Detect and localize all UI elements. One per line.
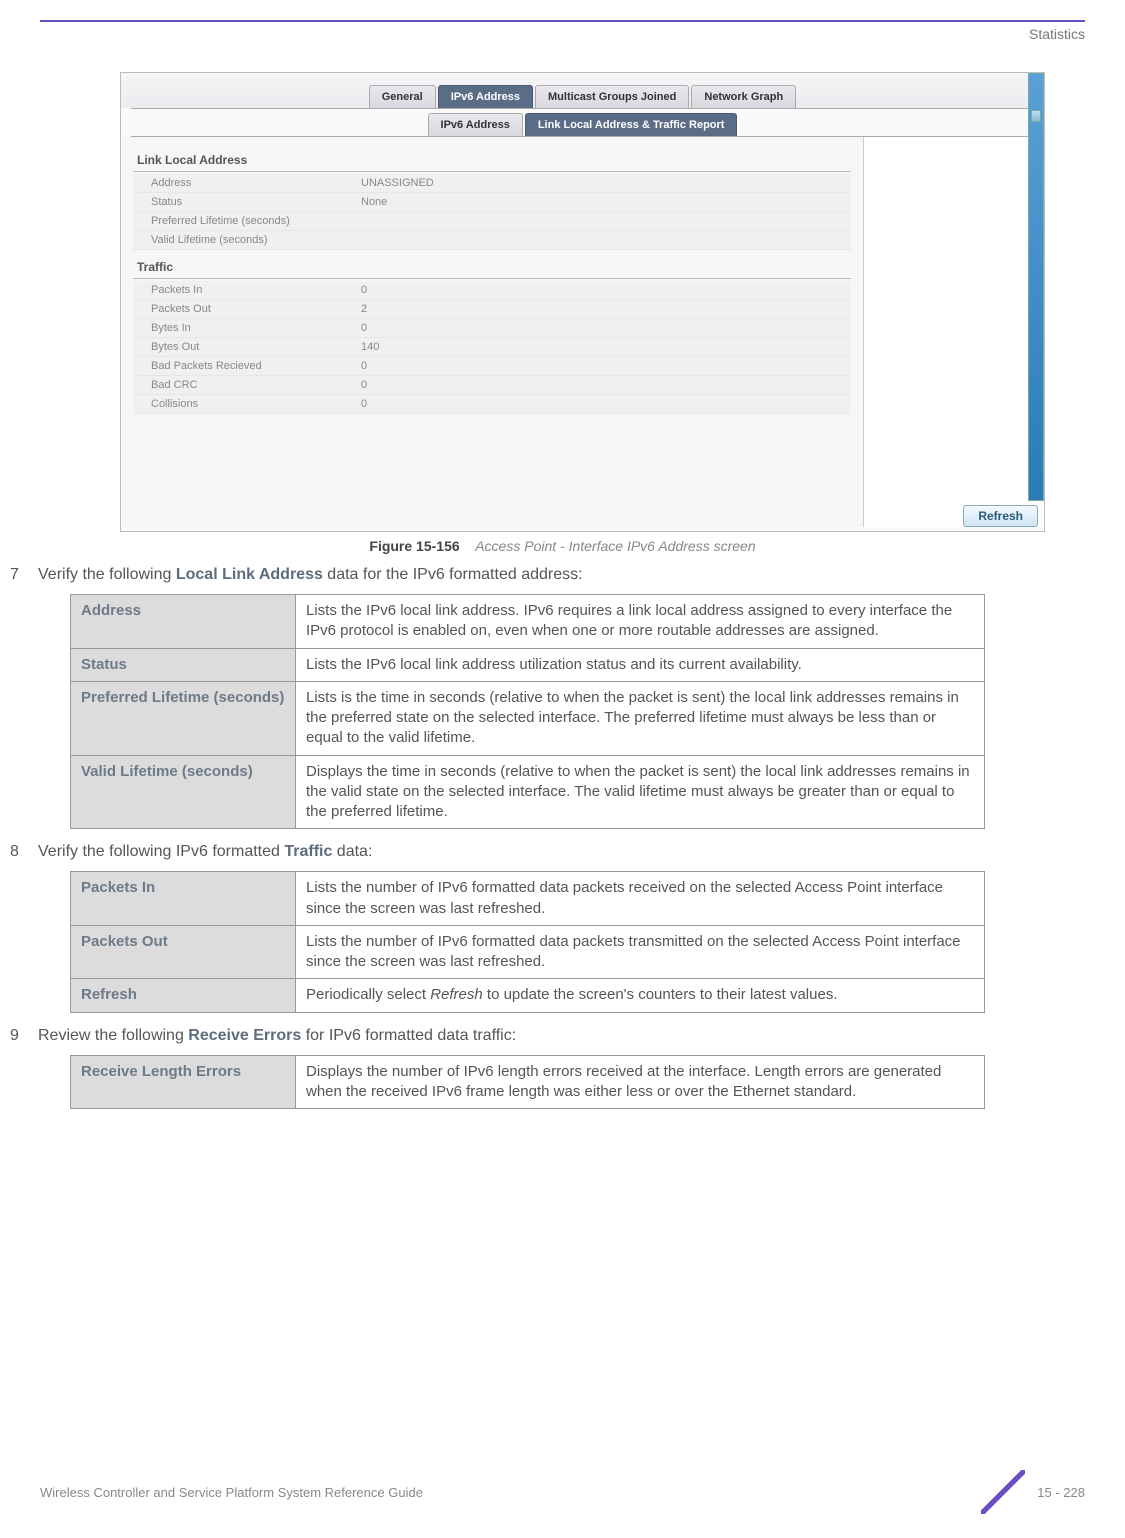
panel-main: Link Local Address Address UNASSIGNED St… <box>121 137 864 527</box>
row-valid: Valid Lifetime (seconds) <box>133 231 851 250</box>
row-collisions: Collisions 0 <box>133 395 851 414</box>
scrollbar[interactable] <box>1028 73 1044 501</box>
value-collisions: 0 <box>361 398 841 410</box>
row-bytes-out: Bytes Out 140 <box>133 338 851 357</box>
value-pref <box>361 215 841 227</box>
tab-ipv6-address[interactable]: IPv6 Address <box>438 85 533 108</box>
value-valid <box>361 234 841 246</box>
term-valid: Valid Lifetime (seconds) <box>71 755 296 829</box>
step-8-num: 8 <box>10 843 24 861</box>
term-address: Address <box>71 595 296 649</box>
table-row: Receive Length Errors Displays the numbe… <box>71 1055 985 1109</box>
desc-packets-in: Lists the number of IPv6 formatted data … <box>296 872 985 926</box>
step-9: 9 Review the following Receive Errors fo… <box>10 1027 1115 1045</box>
term-pref: Preferred Lifetime (seconds) <box>71 681 296 755</box>
table-row: Packets Out Lists the number of IPv6 for… <box>71 925 985 979</box>
sub-tabs: IPv6 Address Link Local Address & Traffi… <box>121 109 1044 136</box>
tab-multicast[interactable]: Multicast Groups Joined <box>535 85 689 108</box>
traffic-title: Traffic <box>137 260 851 274</box>
tab-network-graph[interactable]: Network Graph <box>691 85 796 108</box>
subtab-link-local[interactable]: Link Local Address & Traffic Report <box>525 113 738 136</box>
step-9-num: 9 <box>10 1027 24 1045</box>
table-row: Status Lists the IPv6 local link address… <box>71 648 985 681</box>
divider <box>133 278 851 279</box>
value-bad-packets: 0 <box>361 360 841 372</box>
row-address: Address UNASSIGNED <box>133 174 851 193</box>
footer-title: Wireless Controller and Service Platform… <box>40 1485 423 1500</box>
table-row: Refresh Periodically select Refresh to u… <box>71 979 985 1012</box>
value-bytes-out: 140 <box>361 341 841 353</box>
divider <box>133 171 851 172</box>
step-8: 8 Verify the following IPv6 formatted Tr… <box>10 843 1115 861</box>
row-packets-in: Packets In 0 <box>133 281 851 300</box>
label-status: Status <box>151 196 361 208</box>
row-status: Status None <box>133 193 851 212</box>
step-7-text: Verify the following Local Link Address … <box>38 566 583 584</box>
label-pref: Preferred Lifetime (seconds) <box>151 215 361 227</box>
label-packets-in: Packets In <box>151 284 361 296</box>
scrollbar-thumb[interactable] <box>1031 110 1041 122</box>
term-packets-out: Packets Out <box>71 925 296 979</box>
desc-valid: Displays the time in seconds (relative t… <box>296 755 985 829</box>
tab-general[interactable]: General <box>369 85 436 108</box>
label-bad-crc: Bad CRC <box>151 379 361 391</box>
row-bad-packets: Bad Packets Recieved 0 <box>133 357 851 376</box>
step-8-text: Verify the following IPv6 formatted Traf… <box>38 843 372 861</box>
header-rule <box>40 20 1085 22</box>
subtab-ipv6-address[interactable]: IPv6 Address <box>428 113 523 136</box>
row-packets-out: Packets Out 2 <box>133 300 851 319</box>
footer-page: 15 - 228 <box>1037 1485 1085 1500</box>
table-row: Valid Lifetime (seconds) Displays the ti… <box>71 755 985 829</box>
label-bytes-in: Bytes In <box>151 322 361 334</box>
header-section: Statistics <box>40 26 1085 42</box>
desc-recv-len: Displays the number of IPv6 length error… <box>296 1055 985 1109</box>
step-7-num: 7 <box>10 566 24 584</box>
figure-desc: Access Point - Interface IPv6 Address sc… <box>475 538 755 554</box>
desc-address: Lists the IPv6 local link address. IPv6 … <box>296 595 985 649</box>
label-valid: Valid Lifetime (seconds) <box>151 234 361 246</box>
desc-pref: Lists is the time in seconds (relative t… <box>296 681 985 755</box>
link-local-title: Link Local Address <box>137 153 851 167</box>
footer-mark-icon <box>981 1470 1025 1514</box>
step-7: 7 Verify the following Local Link Addres… <box>10 566 1115 584</box>
value-packets-in: 0 <box>361 284 841 296</box>
refresh-button[interactable]: Refresh <box>963 505 1038 527</box>
value-status: None <box>361 196 841 208</box>
table-row: Preferred Lifetime (seconds) Lists is th… <box>71 681 985 755</box>
screenshot-panel: General IPv6 Address Multicast Groups Jo… <box>120 72 1045 532</box>
table-row: Address Lists the IPv6 local link addres… <box>71 595 985 649</box>
panel-side <box>864 137 1044 527</box>
figure-caption: Figure 15-156 Access Point - Interface I… <box>0 538 1125 554</box>
term-packets-in: Packets In <box>71 872 296 926</box>
row-bad-crc: Bad CRC 0 <box>133 376 851 395</box>
term-status: Status <box>71 648 296 681</box>
value-bytes-in: 0 <box>361 322 841 334</box>
label-bytes-out: Bytes Out <box>151 341 361 353</box>
step-9-text: Review the following Receive Errors for … <box>38 1027 516 1045</box>
desc-status: Lists the IPv6 local link address utiliz… <box>296 648 985 681</box>
value-bad-crc: 0 <box>361 379 841 391</box>
desc-packets-out: Lists the number of IPv6 formatted data … <box>296 925 985 979</box>
figure-label: Figure 15-156 <box>369 538 459 554</box>
table-row: Packets In Lists the number of IPv6 form… <box>71 872 985 926</box>
panel-body: Link Local Address Address UNASSIGNED St… <box>121 137 1044 527</box>
label-bad-packets: Bad Packets Recieved <box>151 360 361 372</box>
row-bytes-in: Bytes In 0 <box>133 319 851 338</box>
term-refresh: Refresh <box>71 979 296 1012</box>
table-receive-errors: Receive Length Errors Displays the numbe… <box>70 1055 985 1110</box>
label-address: Address <box>151 177 361 189</box>
label-collisions: Collisions <box>151 398 361 410</box>
label-packets-out: Packets Out <box>151 303 361 315</box>
footer: Wireless Controller and Service Platform… <box>0 1470 1125 1514</box>
table-local-link-address: Address Lists the IPv6 local link addres… <box>70 594 985 829</box>
main-tabs: General IPv6 Address Multicast Groups Jo… <box>121 73 1044 108</box>
row-pref: Preferred Lifetime (seconds) <box>133 212 851 231</box>
table-traffic: Packets In Lists the number of IPv6 form… <box>70 871 985 1012</box>
desc-refresh: Periodically select Refresh to update th… <box>296 979 985 1012</box>
footer-right: 15 - 228 <box>981 1470 1085 1514</box>
term-recv-len: Receive Length Errors <box>71 1055 296 1109</box>
value-packets-out: 2 <box>361 303 841 315</box>
value-address: UNASSIGNED <box>361 177 841 189</box>
